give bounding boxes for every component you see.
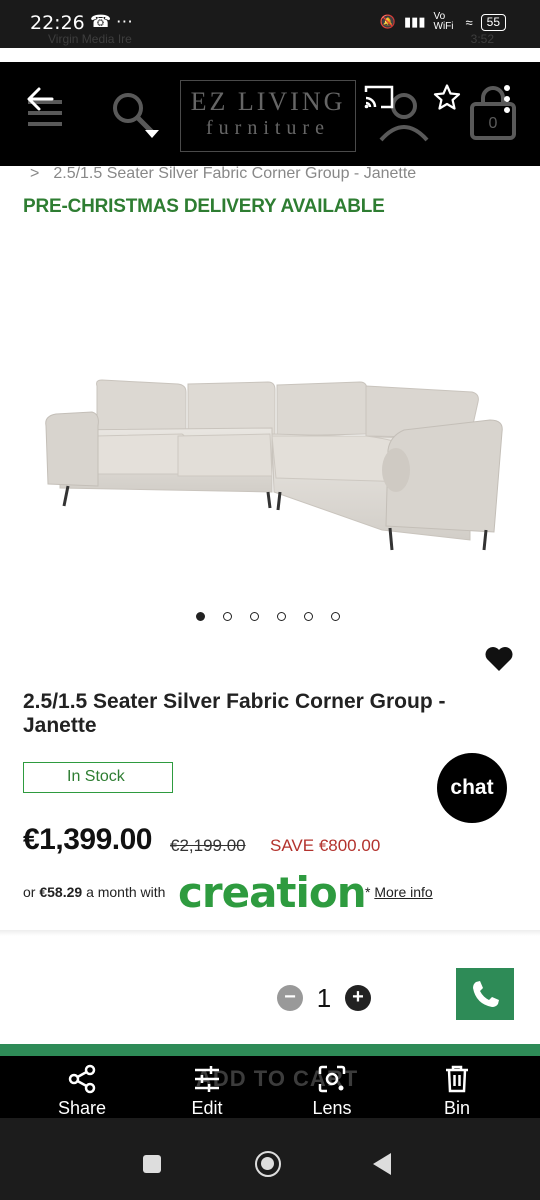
add-to-cart-strip (0, 1044, 540, 1056)
product-image-sofa[interactable] (0, 230, 540, 590)
system-nav-bar (0, 1118, 540, 1200)
recents-button[interactable] (143, 1155, 161, 1173)
logo-line-1: EZ LIVING (190, 87, 346, 116)
ghost-time: 3:52 (470, 32, 494, 46)
logo-line-2: furniture (206, 117, 330, 139)
brand-logo: EZ LIVING furniture (180, 80, 356, 152)
lens-label: Lens (312, 1098, 352, 1118)
screenshot-action-bar: ADD TO CART Share Edit Lens Bin (0, 1056, 540, 1118)
status-bar: 22:26 ☎ ⋯ 🔕 ▮▮▮ Vo WiFi ≈ 55 Virgin Medi… (0, 0, 540, 48)
svg-text:0: 0 (489, 115, 498, 132)
finance-text: or €58.29 a month with (23, 884, 165, 900)
phone-icon (473, 981, 499, 1007)
back-arrow-icon[interactable] (26, 86, 54, 112)
quantity-stepper: − 1 + (277, 982, 371, 1014)
wifi-icon: ≈ (465, 14, 473, 30)
cast-icon[interactable] (363, 84, 395, 110)
screen: 22:26 ☎ ⋯ 🔕 ▮▮▮ Vo WiFi ≈ 55 Virgin Medi… (0, 0, 540, 1200)
finance-amount: €58.29 (39, 884, 83, 900)
finance-prefix: or (23, 884, 36, 900)
share-label: Share (57, 1098, 107, 1118)
current-price: €1,399.00 (23, 823, 152, 856)
carousel-dot[interactable] (250, 612, 259, 621)
product-title: 2.5/1.5 Seater Silver Fabric Corner Grou… (23, 690, 446, 737)
whatsapp-icon: ☎ ⋯ (90, 12, 133, 31)
carousel-dot[interactable] (304, 612, 313, 621)
ghost-carrier: Virgin Media Ire (48, 32, 132, 46)
breadcrumb-separator: > (30, 165, 40, 182)
trash-icon (446, 1065, 468, 1093)
finance-suffix: a month with (86, 884, 166, 900)
breadcrumb: >2.5/1.5 Seater Silver Fabric Corner Gro… (30, 165, 416, 183)
heart-icon[interactable] (484, 645, 514, 673)
bookmark-star-icon[interactable] (433, 84, 461, 110)
lens-icon (318, 1065, 346, 1093)
carousel-dot[interactable] (331, 612, 340, 621)
decrease-quantity-button[interactable]: − (277, 985, 303, 1011)
breadcrumb-current[interactable]: 2.5/1.5 Seater Silver Fabric Corner Grou… (53, 165, 416, 182)
status-time: 22:26 (30, 12, 85, 34)
more-info-link[interactable]: More info (374, 884, 432, 900)
app-bar: EZ LIVING furniture 0 (0, 62, 540, 166)
creation-logo: creation (178, 868, 367, 917)
share-button[interactable]: Share (32, 1064, 132, 1119)
savings-label: SAVE €800.00 (270, 836, 381, 855)
increase-quantity-button[interactable]: + (345, 985, 371, 1011)
lens-button[interactable]: Lens (282, 1064, 382, 1119)
carousel-dot[interactable] (196, 612, 205, 621)
section-divider (0, 930, 540, 936)
battery-icon: 55 (480, 13, 506, 31)
status-icons: 🔕 ▮▮▮ Vo WiFi ≈ 55 (380, 12, 506, 32)
bin-button[interactable]: Bin (407, 1064, 507, 1119)
bin-label: Bin (443, 1098, 470, 1118)
signal-icon: ▮▮▮ (404, 14, 426, 29)
chat-button[interactable]: chat (437, 753, 507, 823)
mute-icon: 🔕 (379, 14, 397, 29)
share-icon (68, 1064, 96, 1094)
back-button[interactable] (373, 1153, 391, 1175)
carousel-dot[interactable] (277, 612, 286, 621)
edit-label: Edit (191, 1098, 223, 1118)
stock-badge: In Stock (23, 762, 173, 793)
carousel-dots (196, 612, 346, 624)
ghost-status-bar: Virgin Media Ire 3:52 (0, 32, 540, 48)
quantity-value: 1 (316, 982, 332, 1013)
network-label: Vo WiFi (433, 11, 454, 32)
more-info-asterisk: * (365, 884, 371, 900)
chevron-down-icon (145, 130, 159, 138)
edit-button[interactable]: Edit (157, 1064, 257, 1119)
home-button[interactable] (255, 1151, 281, 1177)
call-button[interactable] (456, 968, 514, 1020)
delivery-banner: PRE-CHRISTMAS DELIVERY AVAILABLE (23, 196, 385, 217)
more-info: * More info (365, 884, 433, 900)
old-price: €2,199.00 (170, 836, 246, 855)
carousel-dot[interactable] (223, 612, 232, 621)
sliders-icon (195, 1066, 219, 1092)
more-vertical-icon[interactable] (502, 84, 512, 114)
